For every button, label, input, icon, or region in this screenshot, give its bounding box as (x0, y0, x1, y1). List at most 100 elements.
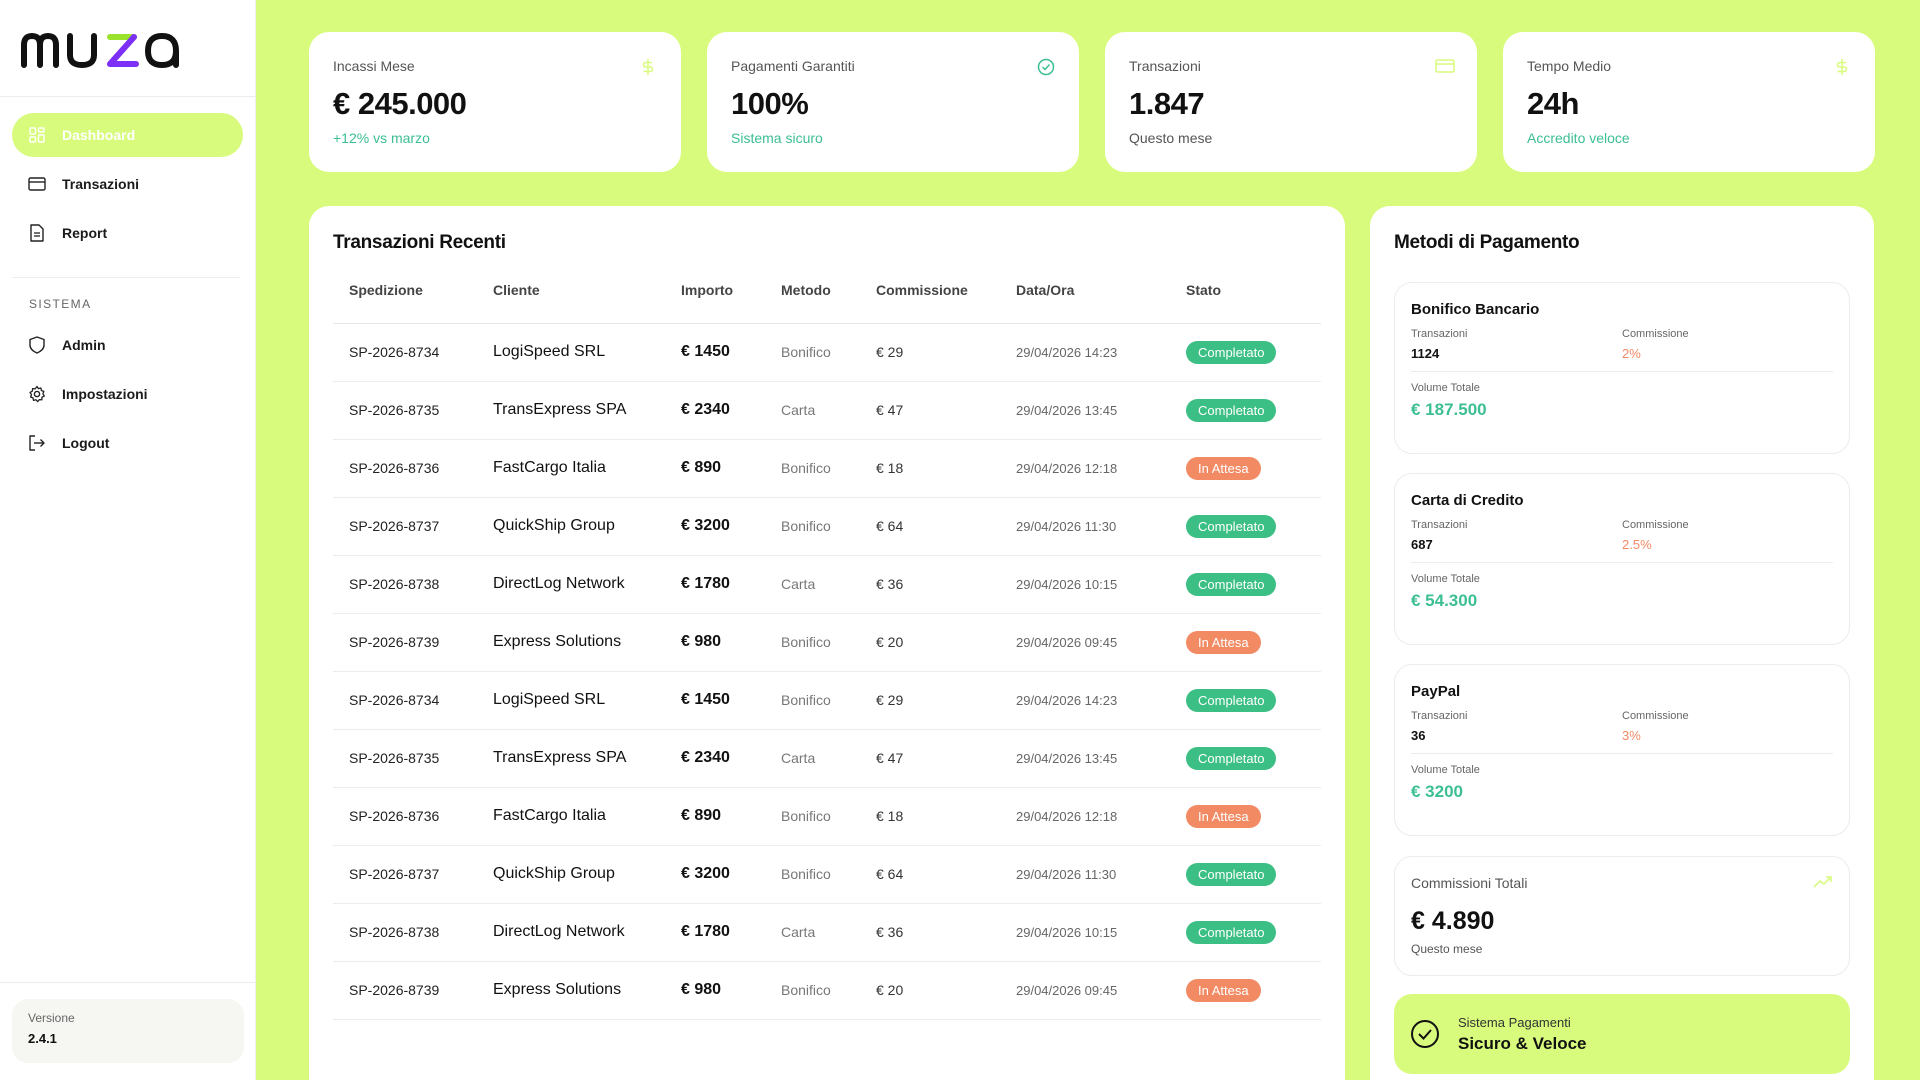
commission-cell: € 36 (860, 555, 1000, 614)
status-cell: Completato (1170, 497, 1321, 556)
column-header[interactable]: Importo (665, 282, 765, 324)
stat-sub: +12% vs marzo (333, 130, 430, 146)
datetime-cell: 29/04/2026 10:15 (1000, 555, 1170, 614)
table-row[interactable]: SP-2026-8736 FastCargo Italia € 890 Bonific… (333, 439, 1321, 498)
recent-transactions-panel: Transazioni Recenti Spedizione Cliente I… (309, 206, 1345, 1080)
status-badge: Completato (1186, 340, 1277, 364)
status-badge: Completato (1186, 398, 1277, 422)
stat-card-pagamenti-garantiti: Pagamenti Garantiti 100% Sistema sicuro (707, 32, 1079, 172)
main-nav: Dashboard Transazioni Report (0, 97, 255, 255)
amount-cell: € 2340 (665, 729, 765, 788)
sidebar-item-impostazioni[interactable]: Impostazioni (12, 372, 243, 416)
stat-sub: Accredito veloce (1527, 130, 1630, 146)
method-cell: Carta (765, 555, 860, 614)
gear-icon (28, 385, 46, 403)
table-row[interactable]: SP-2026-8736 FastCargo Italia € 890 Bonific… (333, 787, 1321, 846)
table-row[interactable]: SP-2026-8738 DirectLog Network € 1780 Carta… (333, 555, 1321, 614)
version-box: Versione 2.4.1 (12, 999, 244, 1063)
shipment-id-cell: SP-2026-8738 (333, 555, 477, 614)
table-row[interactable]: SP-2026-8739 Express Solutions € 980 Bonifi… (333, 961, 1321, 1020)
method-cell: Carta (765, 903, 860, 962)
payment-method-stats: Transazioni 687 Commissione 2.5% (1411, 519, 1833, 552)
amount-cell: € 1780 (665, 555, 765, 614)
payment-method-card[interactable]: Carta di Credito Transazioni 687 Commission… (1394, 473, 1850, 645)
datetime-cell: 29/04/2026 11:30 (1000, 845, 1170, 904)
card-icon (1435, 58, 1455, 76)
version-value: 2.4.1 (28, 1031, 57, 1046)
status-cell: In Attesa (1170, 787, 1321, 846)
transactions-stat: Transazioni 687 (1411, 519, 1622, 552)
payment-method-card[interactable]: PayPal Transazioni 36 Commissione 3% Volume T… (1394, 664, 1850, 836)
table-row[interactable]: SP-2026-8734 LogiSpeed SRL € 1450 Bonifico €… (333, 323, 1321, 382)
table-row[interactable]: SP-2026-8734 LogiSpeed SRL € 1450 Bonifico €… (333, 671, 1321, 730)
commission-rate: 2% (1622, 346, 1641, 361)
document-icon (28, 224, 46, 242)
sidebar-item-logout[interactable]: Logout (12, 421, 243, 465)
payment-method-card[interactable]: Bonifico Bancario Transazioni 1124 Commissi… (1394, 282, 1850, 454)
panel-title: Transazioni Recenti (333, 232, 506, 253)
transactions-count: 1124 (1411, 346, 1440, 361)
commission-stat: Commissione 3% (1622, 710, 1833, 743)
transactions-count: 687 (1411, 537, 1433, 552)
sidebar-item-admin[interactable]: Admin (12, 323, 243, 367)
table-row[interactable]: SP-2026-8737 QuickShip Group € 3200 Bonific… (333, 845, 1321, 904)
transactions-count: 36 (1411, 728, 1426, 743)
stat-card-transazioni: Transazioni 1.847 Questo mese (1105, 32, 1477, 172)
sidebar-item-label: Admin (62, 337, 106, 353)
section-label-sistema: SISTEMA (29, 297, 92, 311)
divider (1411, 753, 1833, 754)
status-badge: Completato (1186, 746, 1277, 770)
client-cell: Express Solutions (477, 613, 665, 672)
payment-methods-panel: Metodi di Pagamento Bonifico Bancario Tra… (1370, 206, 1874, 1080)
volume-value: € 187.500 (1411, 400, 1487, 419)
method-cell: Bonifico (765, 961, 860, 1020)
table-row[interactable]: SP-2026-8735 TransExpress SPA € 2340 Carta €… (333, 729, 1321, 788)
check-circle-icon (1410, 1019, 1440, 1049)
method-cell: Bonifico (765, 497, 860, 556)
column-header[interactable]: Spedizione (333, 282, 477, 324)
status-badge: In Attesa (1186, 978, 1261, 1002)
commission-cell: € 29 (860, 323, 1000, 382)
method-cell: Carta (765, 381, 860, 440)
volume-label: Volume Totale (1411, 573, 1480, 585)
amount-cell: € 1780 (665, 903, 765, 962)
version-section: Versione 2.4.1 (0, 982, 256, 1080)
commission-cell: € 20 (860, 613, 1000, 672)
commission-stat: Commissione 2.5% (1622, 519, 1833, 552)
sidebar-item-dashboard[interactable]: Dashboard (12, 113, 243, 157)
column-header[interactable]: Commissione (860, 282, 1000, 324)
shipment-id-cell: SP-2026-8737 (333, 845, 477, 904)
status-cell: In Attesa (1170, 439, 1321, 498)
stat-sub: Sistema sicuro (731, 130, 823, 146)
sidebar-item-report[interactable]: Report (12, 211, 243, 255)
column-header[interactable]: Data/Ora (1000, 282, 1170, 324)
shield-icon (28, 336, 46, 354)
stat-card-incassi: Incassi Mese € 245.000 +12% vs marzo (309, 32, 681, 172)
shipment-id-cell: SP-2026-8738 (333, 903, 477, 962)
volume-label: Volume Totale (1411, 382, 1480, 394)
shipment-id-cell: SP-2026-8734 (333, 323, 477, 382)
column-header[interactable]: Stato (1170, 282, 1321, 324)
column-header[interactable]: Cliente (477, 282, 665, 324)
commission-cell: € 29 (860, 671, 1000, 730)
commissions-sub: Questo mese (1411, 942, 1483, 956)
table-row[interactable]: SP-2026-8739 Express Solutions € 980 Bonifi… (333, 613, 1321, 672)
datetime-cell: 29/04/2026 12:18 (1000, 439, 1170, 498)
amount-cell: € 1450 (665, 671, 765, 730)
volume-value: € 3200 (1411, 782, 1463, 801)
table-row[interactable]: SP-2026-8737 QuickShip Group € 3200 Bonific… (333, 497, 1321, 556)
sidebar-item-transazioni[interactable]: Transazioni (12, 162, 243, 206)
datetime-cell: 29/04/2026 09:45 (1000, 961, 1170, 1020)
logo[interactable]: muza (0, 0, 255, 97)
transactions-label: Transazioni (1411, 710, 1468, 722)
client-cell: TransExpress SPA (477, 729, 665, 788)
payment-method-name: PayPal (1411, 683, 1461, 700)
amount-cell: € 890 (665, 439, 765, 498)
column-header[interactable]: Metodo (765, 282, 860, 324)
table-row[interactable]: SP-2026-8735 TransExpress SPA € 2340 Carta €… (333, 381, 1321, 440)
commission-cell: € 20 (860, 961, 1000, 1020)
system-title: Sicuro & Veloce (1458, 1033, 1587, 1053)
status-cell: Completato (1170, 729, 1321, 788)
table-row[interactable]: SP-2026-8738 DirectLog Network € 1780 Carta… (333, 903, 1321, 962)
method-cell: Bonifico (765, 845, 860, 904)
